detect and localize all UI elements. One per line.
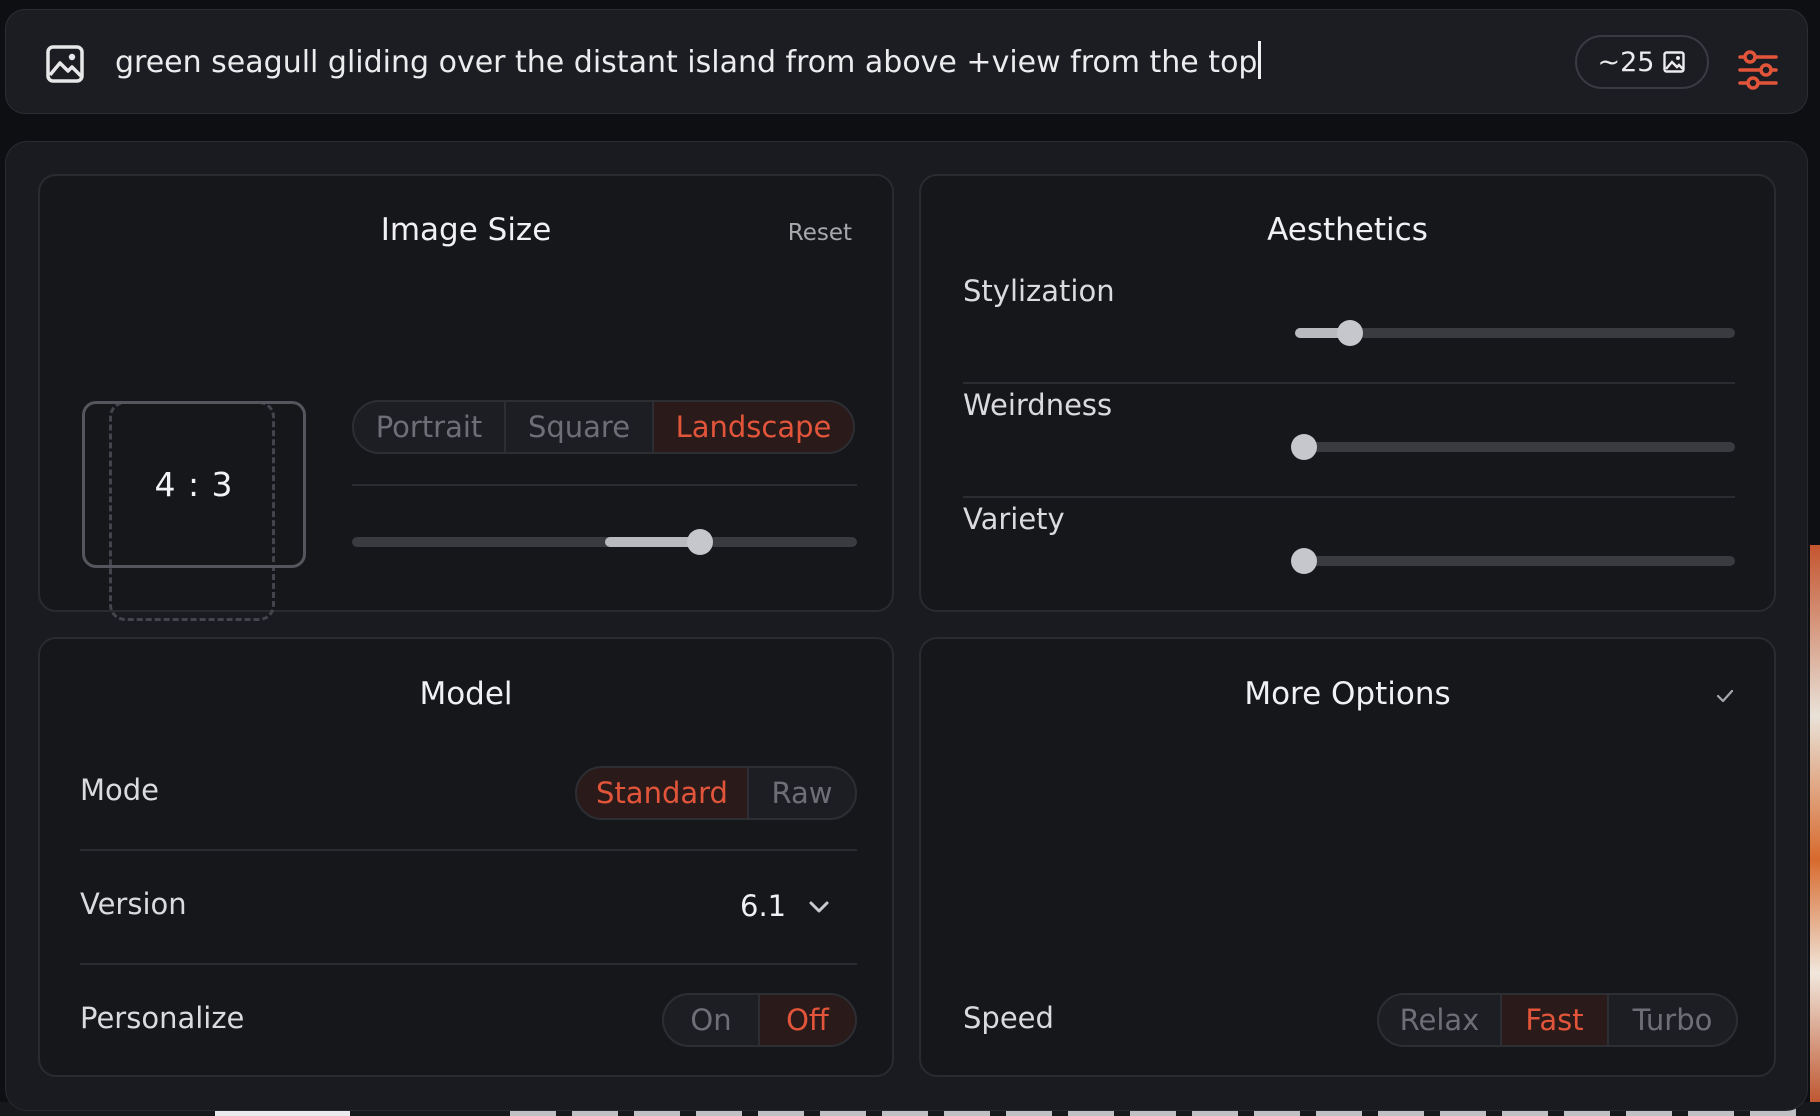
aesthetics-card: Aesthetics Stylization Weirdness Variety (919, 174, 1776, 612)
variety-label: Variety (963, 502, 1065, 536)
image-count-badge[interactable]: ~25 (1575, 35, 1709, 89)
image-size-card: Image Size Reset 4 : 3 Portrait Square L… (38, 174, 894, 621)
chevron-down-icon[interactable] (805, 893, 833, 921)
divider (963, 496, 1735, 498)
aspect-ratio-slider-fill (604, 537, 701, 547)
mode-segmented-control: Standard Raw (575, 766, 857, 820)
speed-turbo[interactable]: Turbo (1609, 995, 1736, 1045)
prompt-bar: green seagull gliding over the distant i… (5, 9, 1808, 114)
variety-slider-thumb[interactable] (1290, 548, 1317, 574)
stylization-slider[interactable] (1295, 320, 1735, 346)
image-size-title: Image Size (380, 212, 552, 248)
personalize-off[interactable]: Off (760, 995, 855, 1045)
divider (963, 382, 1735, 384)
aesthetics-title: Aesthetics (1267, 212, 1428, 248)
reset-button[interactable]: Reset (788, 220, 852, 246)
orientation-square[interactable]: Square (506, 402, 654, 452)
speed-segmented-control: Relax Fast Turbo (1377, 993, 1738, 1047)
model-card: Model Mode Standard Raw Version 6.1 Pers… (38, 637, 894, 1077)
orientation-landscape[interactable]: Landscape (654, 402, 853, 452)
ratio-preview: 4 : 3 (82, 401, 306, 568)
weirdness-label: Weirdness (963, 388, 1113, 422)
image-count-icon (1663, 51, 1686, 73)
mode-label: Mode (80, 773, 160, 807)
speed-label: Speed (963, 1001, 1054, 1035)
stylization-slider-thumb[interactable] (1337, 320, 1364, 346)
aspect-ratio-slider[interactable] (352, 529, 857, 555)
background-image-edge (1810, 545, 1820, 1116)
image-icon[interactable] (44, 43, 86, 85)
personalize-on[interactable]: On (664, 995, 760, 1045)
more-options-card: More Options Speed Relax Fast Turbo (919, 637, 1776, 1077)
version-select-value[interactable]: 6.1 (740, 889, 786, 923)
divider (80, 963, 857, 965)
weirdness-slider[interactable] (1290, 434, 1735, 460)
variety-slider[interactable] (1290, 548, 1735, 574)
more-options-title[interactable]: More Options (921, 676, 1774, 712)
personalize-label: Personalize (80, 1001, 245, 1035)
mode-standard[interactable]: Standard (577, 768, 749, 818)
mode-raw[interactable]: Raw (749, 768, 855, 818)
divider (352, 484, 857, 486)
orientation-segmented-control: Portrait Square Landscape (352, 400, 855, 454)
model-title: Model (419, 676, 513, 712)
prompt-input[interactable]: green seagull gliding over the distant i… (115, 40, 1262, 86)
orientation-portrait[interactable]: Portrait (354, 402, 506, 452)
speed-fast[interactable]: Fast (1502, 995, 1609, 1045)
divider (80, 849, 857, 851)
speed-relax[interactable]: Relax (1379, 995, 1502, 1045)
version-label: Version (80, 887, 187, 921)
image-count-value: ~25 (1597, 46, 1655, 78)
check-icon[interactable] (1712, 683, 1738, 709)
sliders-icon[interactable] (1737, 50, 1779, 90)
aspect-ratio-slider-thumb[interactable] (687, 529, 714, 555)
stylization-label: Stylization (963, 274, 1115, 308)
text-caret (1258, 41, 1262, 79)
personalize-segmented-control: On Off (662, 993, 857, 1047)
prompt-input-text: green seagull gliding over the distant i… (115, 45, 1258, 80)
weirdness-slider-thumb[interactable] (1290, 434, 1317, 460)
